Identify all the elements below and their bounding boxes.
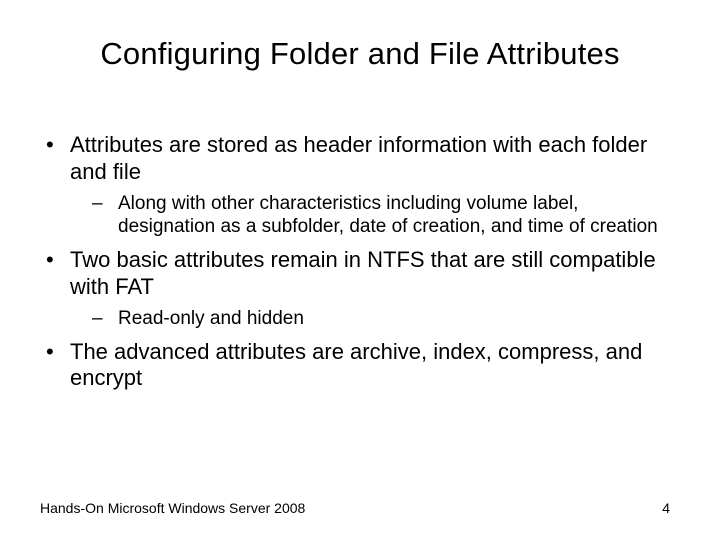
slide-title: Configuring Folder and File Attributes (0, 36, 720, 72)
bullet-item: The advanced attributes are archive, ind… (40, 339, 680, 393)
slide-body: Attributes are stored as header informat… (40, 132, 680, 400)
bullet-list: Attributes are stored as header informat… (40, 132, 680, 392)
slide-number: 4 (662, 500, 670, 516)
bullet-item: Two basic attributes remain in NTFS that… (40, 247, 680, 330)
sub-bullet-list: Read-only and hidden (70, 307, 680, 331)
sub-bullet-text: Along with other characteristics includi… (118, 193, 658, 238)
bullet-text: Two basic attributes remain in NTFS that… (70, 247, 656, 299)
sub-bullet-list: Along with other characteristics includi… (70, 192, 680, 240)
bullet-item: Attributes are stored as header informat… (40, 132, 680, 239)
slide: Configuring Folder and File Attributes A… (0, 0, 720, 540)
footer-source: Hands-On Microsoft Windows Server 2008 (40, 500, 305, 516)
sub-bullet-text: Read-only and hidden (118, 308, 304, 329)
bullet-text: The advanced attributes are archive, ind… (70, 339, 642, 391)
bullet-text: Attributes are stored as header informat… (70, 132, 647, 184)
sub-bullet-item: Read-only and hidden (70, 307, 680, 331)
sub-bullet-item: Along with other characteristics includi… (70, 192, 680, 240)
